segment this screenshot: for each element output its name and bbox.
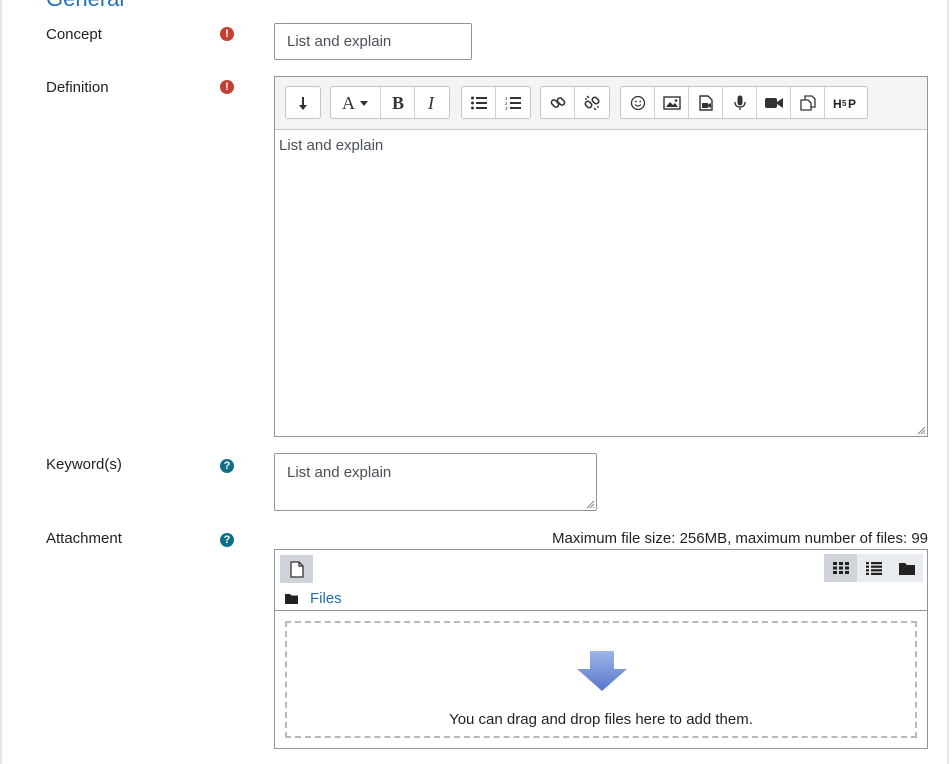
- toolbar-group-lists: 123: [461, 86, 531, 119]
- microphone-icon[interactable]: [723, 87, 757, 118]
- add-file-button[interactable]: [280, 555, 313, 583]
- h5p-icon[interactable]: H5P: [825, 87, 867, 118]
- view-switcher: [824, 554, 923, 582]
- resize-grip-icon[interactable]: [585, 499, 595, 509]
- required-icon: !: [220, 27, 234, 41]
- svg-text:P: P: [848, 97, 856, 109]
- icon-view-button[interactable]: [824, 554, 857, 582]
- file-icon: [289, 560, 304, 578]
- video-camera-icon[interactable]: [757, 87, 791, 118]
- svg-text:A: A: [342, 94, 355, 112]
- file-path-breadcrumb: Files: [285, 590, 342, 607]
- files-root-link[interactable]: Files: [310, 590, 342, 607]
- unlink-icon[interactable]: [575, 87, 609, 118]
- keywords-textarea[interactable]: List and explain: [274, 453, 597, 511]
- tree-view-button[interactable]: [890, 554, 923, 582]
- svg-text:H: H: [833, 97, 842, 109]
- svg-text:3: 3: [505, 106, 508, 110]
- svg-text:I: I: [427, 94, 435, 112]
- required-icon: !: [220, 80, 234, 94]
- italic-icon[interactable]: I: [415, 87, 449, 118]
- file-drop-zone[interactable]: You can drag and drop files here to add …: [285, 621, 917, 738]
- help-icon[interactable]: ?: [220, 533, 234, 547]
- keywords-label: Keyword(s): [46, 456, 122, 473]
- smiley-icon[interactable]: [621, 87, 655, 118]
- list-view-button[interactable]: [857, 554, 890, 582]
- font-style-icon[interactable]: A: [331, 87, 381, 118]
- definition-editor[interactable]: A B I 123 H 5 P List and explain: [274, 76, 928, 437]
- image-icon[interactable]: [655, 87, 689, 118]
- bulleted-list-icon[interactable]: [462, 87, 496, 118]
- folder-icon: [898, 562, 915, 575]
- svg-text:B: B: [392, 94, 404, 112]
- toolbar-group-links: [540, 86, 610, 119]
- section-legend[interactable]: General: [46, 0, 124, 12]
- svg-text:5: 5: [842, 99, 847, 108]
- page-border-left: [0, 0, 2, 764]
- file-manager-toolbar: Files: [275, 550, 927, 611]
- page-border-right: [947, 0, 949, 764]
- definition-label: Definition: [46, 79, 109, 96]
- toolbar-group-collapse: [285, 86, 321, 119]
- drop-arrow-icon: [577, 651, 627, 691]
- attachment-label: Attachment: [46, 530, 122, 547]
- concept-label: Concept: [46, 26, 102, 43]
- file-limits-text: Maximum file size: 256MB, maximum number…: [552, 530, 928, 547]
- keywords-value: List and explain: [287, 464, 392, 481]
- toolbar-group-style: A B I: [330, 86, 450, 119]
- bold-icon[interactable]: B: [381, 87, 415, 118]
- link-icon[interactable]: [541, 87, 575, 118]
- files-icon[interactable]: [791, 87, 825, 118]
- collapse-icon[interactable]: [286, 87, 320, 118]
- editor-toolbar: A B I 123 H 5 P: [275, 77, 927, 130]
- help-icon[interactable]: ?: [220, 459, 234, 473]
- drop-instructions: You can drag and drop files here to add …: [449, 711, 753, 728]
- media-file-icon[interactable]: [689, 87, 723, 118]
- resize-grip-icon[interactable]: [916, 425, 926, 435]
- editor-content[interactable]: List and explain: [279, 137, 383, 154]
- grid-icon: [832, 562, 849, 574]
- file-manager: Files You can drag and drop files here t…: [274, 549, 928, 749]
- numbered-list-icon[interactable]: 123: [496, 87, 530, 118]
- folder-icon: [285, 594, 298, 604]
- concept-input[interactable]: List and explain: [274, 23, 472, 60]
- list-icon: [865, 561, 882, 575]
- toolbar-group-media: H5P: [620, 86, 868, 119]
